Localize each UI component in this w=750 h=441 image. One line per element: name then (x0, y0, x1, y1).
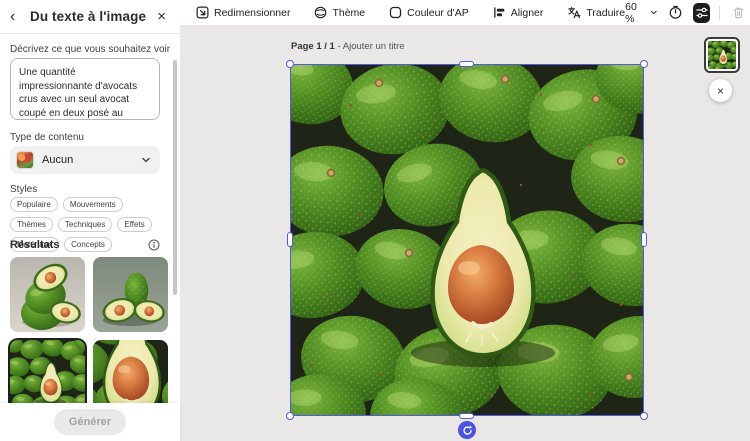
selection-handle-bottom-left[interactable] (286, 412, 294, 420)
text-to-image-panel: ‹ Du texte à l'image × Décrivez ce que v… (0, 0, 180, 441)
page-thumbnail-image (708, 41, 736, 69)
selection-handle-right[interactable] (641, 232, 647, 247)
toolbar-right-group: 60 % (625, 1, 750, 25)
theme-label: Thème (332, 6, 366, 19)
results-label: Résultats (10, 239, 60, 251)
zoom-value: 60 % (625, 0, 637, 25)
resize-label: Redimensionner (214, 6, 291, 19)
styles-label: Styles (10, 184, 38, 195)
style-pill-techniques[interactable]: Techniques (57, 217, 113, 232)
content-type-thumbnail-icon (16, 151, 34, 169)
style-pill-effets[interactable]: Effets (117, 217, 152, 232)
results-grid (10, 257, 168, 415)
chevron-down-icon (142, 157, 150, 163)
canvas-artboard[interactable] (286, 60, 648, 420)
generate-button[interactable]: Générer (53, 409, 127, 435)
rotate-icon (462, 425, 472, 435)
panel-scrollbar[interactable] (173, 60, 177, 295)
floating-close-button[interactable]: × (709, 79, 732, 102)
align-icon (493, 7, 505, 18)
result-thumb-1[interactable] (10, 257, 85, 332)
top-toolbar: Redimensionner Thème Couleur d'AP Aligne… (180, 0, 750, 26)
timer-button[interactable] (666, 3, 684, 23)
artboard-color-button[interactable]: Couleur d'AP (389, 6, 469, 19)
back-chevron-icon[interactable]: ‹ (10, 8, 24, 26)
selection-handle-left[interactable] (287, 232, 293, 247)
selection-handle-top-right[interactable] (640, 60, 648, 68)
resize-button[interactable]: Redimensionner (196, 6, 290, 19)
content-type-value: Aucun (42, 154, 74, 166)
result-thumb-2[interactable] (93, 257, 168, 332)
panel-close-icon[interactable]: × (157, 8, 166, 25)
properties-sliders-icon (696, 7, 708, 18)
page-thumbnail-selected[interactable] (704, 37, 740, 73)
artboard-color-label: Couleur d'AP (407, 6, 469, 19)
delete-button-disabled[interactable] (729, 3, 747, 23)
selection-handle-bottom[interactable] (459, 413, 474, 419)
info-icon[interactable] (148, 239, 160, 251)
page-number: Page 1 / 1 (291, 41, 335, 52)
panel-footer: Générer (0, 403, 180, 441)
properties-button-active[interactable] (692, 2, 711, 23)
content-type-dropdown[interactable]: Aucun (10, 146, 160, 174)
style-pill-populaire[interactable]: Populaire (10, 197, 58, 212)
prompt-input[interactable]: Une quantité impressionnante d'avocats c… (10, 58, 160, 120)
avocado-image (291, 65, 643, 415)
trash-icon (733, 7, 743, 19)
panel-header: ‹ Du texte à l'image × (0, 0, 180, 34)
style-pill-themes[interactable]: Thèmes (10, 217, 53, 232)
zoom-control[interactable]: 60 % (625, 1, 657, 25)
theme-button[interactable]: Thème (314, 6, 365, 19)
results-header: Résultats (10, 239, 160, 251)
page-title-hint: - Ajouter un titre (334, 41, 405, 52)
timer-icon (669, 5, 682, 19)
chevron-down-icon (650, 10, 657, 15)
align-button[interactable]: Aligner (493, 6, 544, 19)
style-pill-mouvements[interactable]: Mouvements (62, 197, 123, 212)
panel-title: Du texte à l'image (30, 9, 147, 24)
theme-icon (315, 6, 327, 19)
translate-button[interactable]: Traduire (567, 6, 625, 19)
page-caption[interactable]: Page 1 / 1 - Ajouter un titre (291, 41, 405, 52)
selection-handle-top-left[interactable] (286, 60, 294, 68)
rotate-handle[interactable] (458, 421, 476, 439)
close-icon: × (716, 83, 724, 98)
resize-icon (196, 6, 209, 19)
selection-handle-top[interactable] (459, 61, 474, 67)
translate-icon (568, 6, 581, 19)
selection-handle-bottom-right[interactable] (640, 412, 648, 420)
content-type-label: Type de contenu (10, 132, 84, 143)
align-label: Aligner (510, 6, 544, 19)
toolbar-divider (719, 5, 721, 20)
artboard-color-icon (389, 6, 402, 19)
prompt-label: Décrivez ce que vous souhaitez voir (10, 44, 171, 55)
translate-label: Traduire (586, 6, 626, 19)
